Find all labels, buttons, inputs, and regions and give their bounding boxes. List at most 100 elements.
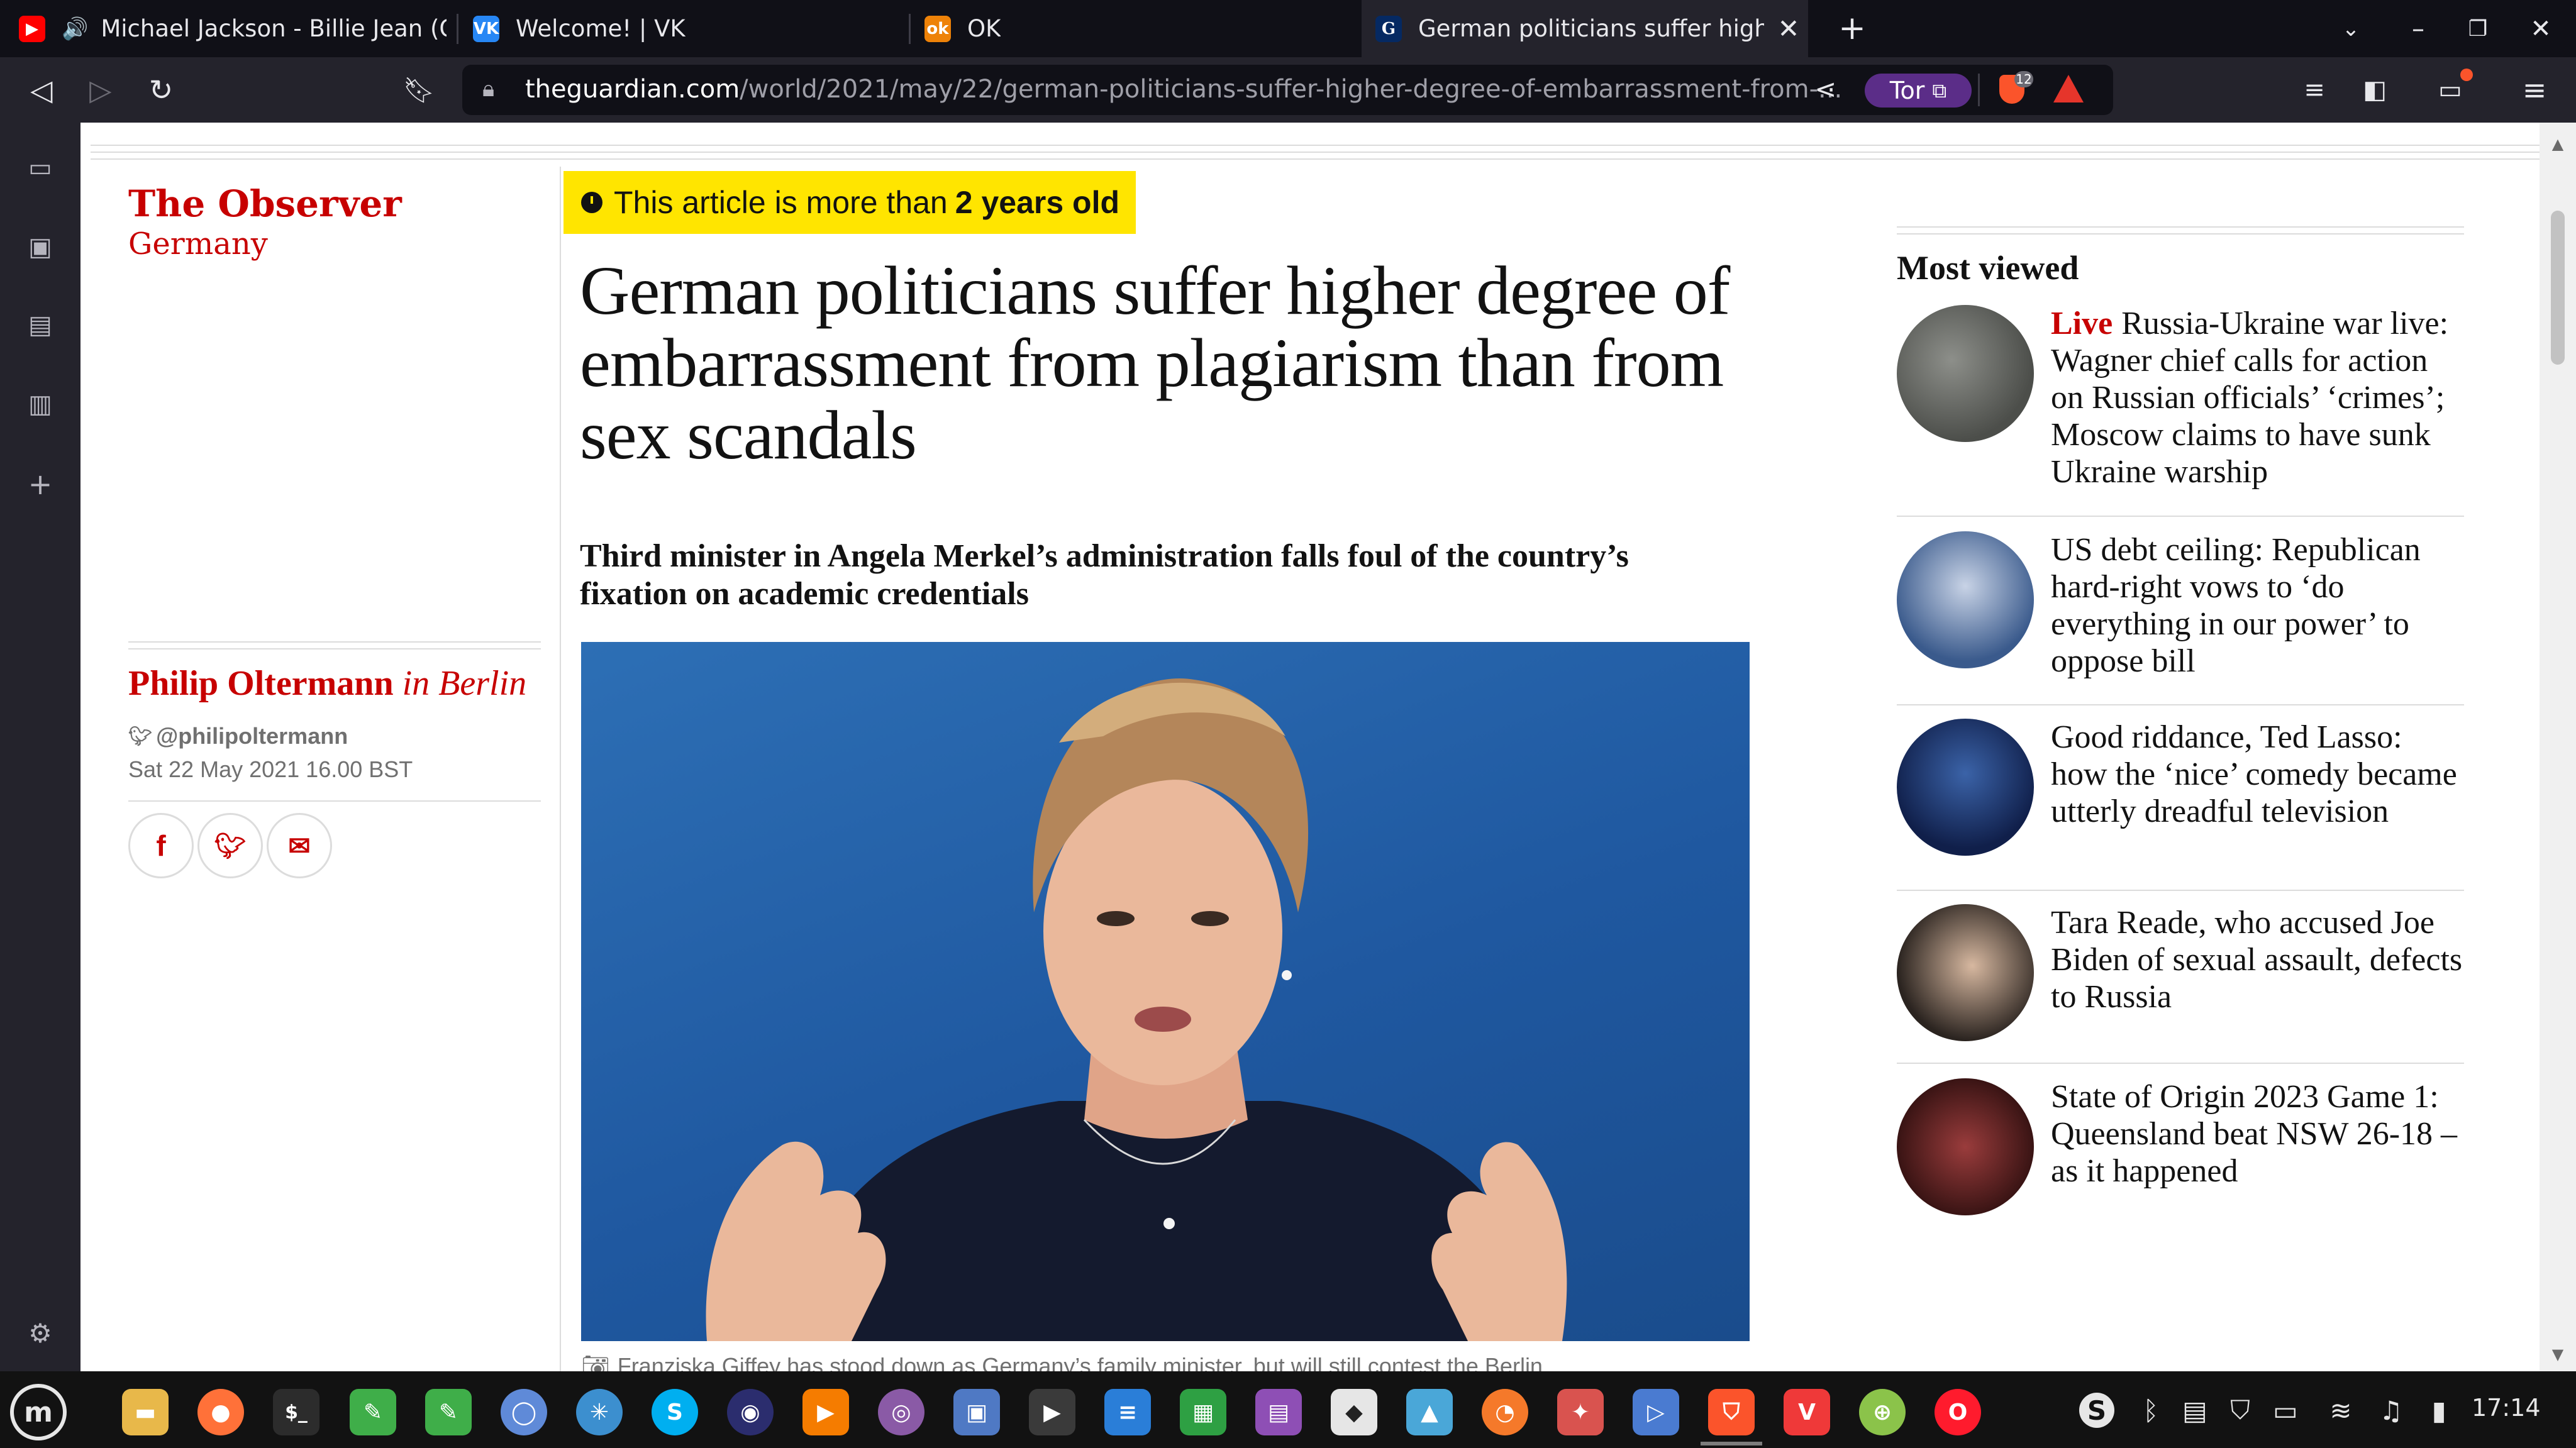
skype-app-icon[interactable]: S xyxy=(652,1389,698,1435)
share-icon[interactable]: ⋖ xyxy=(1814,74,1836,104)
email-share-button[interactable]: ✉ xyxy=(267,813,332,878)
tab-guardian-active[interactable]: G German politicians suffer high xyxy=(1362,0,1808,57)
tab-youtube[interactable]: ▶ 🔊 Michael Jackson - Billie Jean (O xyxy=(19,0,447,57)
chromium-app-icon[interactable]: ◯ xyxy=(501,1389,547,1435)
new-tab-icon[interactable]: + xyxy=(1835,9,1869,47)
kdenlive-app-icon[interactable]: ▷ xyxy=(1633,1389,1679,1435)
most-viewed-headline[interactable]: Tara Reade, who accused Joe Biden of sex… xyxy=(2051,904,2466,1015)
menu-icon[interactable]: ≡ xyxy=(2516,71,2553,109)
inkscape-app-icon[interactable]: ◆ xyxy=(1331,1389,1377,1435)
page-scrollbar[interactable]: ▲ ▼ xyxy=(2540,123,2576,1371)
youtube-icon: ▶ xyxy=(19,15,45,42)
video-app-icon[interactable]: ▶ xyxy=(1029,1389,1075,1435)
system-clock[interactable]: 17:14 xyxy=(2472,1394,2541,1422)
tab-vk[interactable]: VK Welcome! | VK xyxy=(473,0,882,57)
media-app-icon[interactable]: ◉ xyxy=(727,1389,774,1435)
notes-icon[interactable]: ▭ xyxy=(2268,1393,2303,1428)
tab-ok[interactable]: ok OK xyxy=(924,0,1333,57)
torrent-app-icon[interactable]: ⊕ xyxy=(1859,1389,1906,1435)
db-app-icon[interactable]: ▤ xyxy=(1255,1389,1302,1435)
clipboard-icon[interactable]: ▤ xyxy=(2177,1393,2212,1428)
tool-app-icon[interactable]: ✎ xyxy=(350,1389,396,1435)
wifi-icon[interactable]: ≋ xyxy=(2323,1393,2358,1428)
brave-rewards-icon[interactable] xyxy=(2053,75,2084,102)
section-title[interactable]: The Observer xyxy=(128,182,402,225)
bookmarks-icon[interactable]: ▤ xyxy=(21,306,59,344)
sidebar-toggle-icon[interactable]: ◧ xyxy=(2356,71,2394,109)
tab-label: Welcome! | VK xyxy=(516,15,686,42)
close-tab-icon[interactable]: ✕ xyxy=(1772,11,1806,45)
video-icon[interactable]: ▭ xyxy=(21,149,59,187)
most-viewed-item[interactable]: Good riddance, Ted Lasso: how the ‘nice’… xyxy=(1897,719,2464,895)
scroll-down-icon[interactable]: ▼ xyxy=(2548,1346,2567,1364)
playlist-icon[interactable]: ≡ xyxy=(2296,71,2333,109)
portrait-illustration xyxy=(706,678,1567,1341)
blender-app-icon[interactable]: ◔ xyxy=(1482,1389,1528,1435)
address-bar[interactable]: 🔒︎ theguardian.com/world/2021/may/22/ger… xyxy=(462,65,2113,115)
wallet-sidebar-icon[interactable]: ▣ xyxy=(21,228,59,266)
shield-tray-icon[interactable]: ⛉ xyxy=(2223,1393,2258,1428)
tab-separator xyxy=(909,14,911,44)
tool-app-icon-2[interactable]: ✎ xyxy=(425,1389,472,1435)
age-banner-bold: 2 years old xyxy=(955,185,1120,220)
share-rule xyxy=(128,800,541,802)
image-viewer-app-icon[interactable]: ▲ xyxy=(1406,1389,1453,1435)
most-viewed-headline[interactable]: State of Origin 2023 Game 1: Queensland … xyxy=(2051,1078,2466,1190)
caption-text: Franziska Giffey has stood down as Germa… xyxy=(617,1353,1543,1371)
opera-app-icon[interactable]: O xyxy=(1935,1389,1981,1435)
gimp-app-icon[interactable]: ✦ xyxy=(1557,1389,1604,1435)
back-icon[interactable]: ◁ xyxy=(23,71,60,109)
calc-app-icon[interactable]: ▦ xyxy=(1180,1389,1226,1435)
restore-icon[interactable]: ❐ xyxy=(2459,11,2497,47)
camera-app-icon[interactable]: ◎ xyxy=(878,1389,924,1435)
files-app-icon[interactable]: ▬ xyxy=(122,1389,169,1435)
most-viewed-item[interactable]: State of Origin 2023 Game 1: Queensland … xyxy=(1897,1078,2464,1235)
start-menu-icon[interactable]: m xyxy=(10,1384,67,1440)
reading-list-icon[interactable]: ▥ xyxy=(21,385,59,423)
most-viewed-item[interactable]: Tara Reade, who accused Joe Biden of sex… xyxy=(1897,904,2464,1061)
skype-tray-icon[interactable]: S xyxy=(2079,1393,2114,1428)
speaker-icon[interactable]: 🔊 xyxy=(62,16,88,41)
firefox-app-icon[interactable]: ● xyxy=(197,1389,244,1435)
reload-icon[interactable]: ↻ xyxy=(142,71,180,109)
most-viewed-headline[interactable]: Good riddance, Ted Lasso: how the ‘nice’… xyxy=(2051,719,2466,830)
tab-label: OK xyxy=(967,15,1001,42)
author-name[interactable]: Philip Oltermann xyxy=(128,664,394,703)
scroll-up-icon[interactable]: ▲ xyxy=(2548,135,2567,154)
twitter-handle[interactable]: 🐦︎ @philipoltermann xyxy=(128,723,348,749)
add-icon[interactable]: + xyxy=(21,465,59,503)
player-app-icon[interactable]: ▶ xyxy=(802,1389,849,1435)
item-divider xyxy=(1897,890,2464,891)
battery-icon[interactable]: ▮ xyxy=(2421,1393,2457,1428)
divider xyxy=(1978,74,1980,106)
facebook-share-button[interactable]: f xyxy=(128,813,194,878)
bookmark-icon[interactable]: 🔖︎ xyxy=(400,71,438,109)
browser-app-icon[interactable]: ✳ xyxy=(576,1389,623,1435)
brave-app-icon[interactable]: ⛉ xyxy=(1708,1389,1755,1435)
bluetooth-icon[interactable]: ᛒ xyxy=(2133,1393,2168,1428)
most-viewed-headline[interactable]: Live Russia-Ukraine war live: Wagner chie… xyxy=(2051,305,2466,490)
scroll-thumb[interactable] xyxy=(2551,211,2565,365)
top-rule xyxy=(91,152,2540,153)
byline[interactable]: Philip Oltermann in Berlin xyxy=(128,663,526,704)
forward-icon[interactable]: ▷ xyxy=(82,71,119,109)
most-viewed-headline[interactable]: US debt ceiling: Republican hard-right v… xyxy=(2051,531,2466,680)
section-subtitle[interactable]: Germany xyxy=(128,226,268,262)
top-rule xyxy=(91,145,2540,146)
tor-button[interactable]: Tor ⧉ xyxy=(1865,74,1972,108)
vivaldi-app-icon[interactable]: V xyxy=(1784,1389,1830,1435)
close-window-icon[interactable]: ✕ xyxy=(2522,11,2560,47)
writer-app-icon[interactable]: ≡ xyxy=(1104,1389,1151,1435)
gear-icon[interactable]: ⚙ xyxy=(21,1314,59,1352)
url-text[interactable]: theguardian.com/world/2021/may/22/german… xyxy=(525,75,1890,104)
screenshot-app-icon[interactable]: ▣ xyxy=(953,1389,1000,1435)
brave-shields-icon[interactable]: 12 xyxy=(1996,71,2033,109)
twitter-share-button[interactable]: 🐦︎ xyxy=(197,813,263,878)
tab-list-chevron-icon[interactable]: ⌄ xyxy=(2332,11,2370,47)
most-viewed-item[interactable]: US debt ceiling: Republican hard-right v… xyxy=(1897,531,2464,707)
terminal-app-icon[interactable]: $_ xyxy=(273,1389,319,1435)
music-icon[interactable]: ♫ xyxy=(2373,1393,2409,1428)
minimize-icon[interactable]: – xyxy=(2399,11,2437,47)
lock-icon[interactable]: 🔒︎ xyxy=(482,76,494,102)
most-viewed-item[interactable]: Live Russia-Ukraine war live: Wagner chie… xyxy=(1897,305,2464,512)
